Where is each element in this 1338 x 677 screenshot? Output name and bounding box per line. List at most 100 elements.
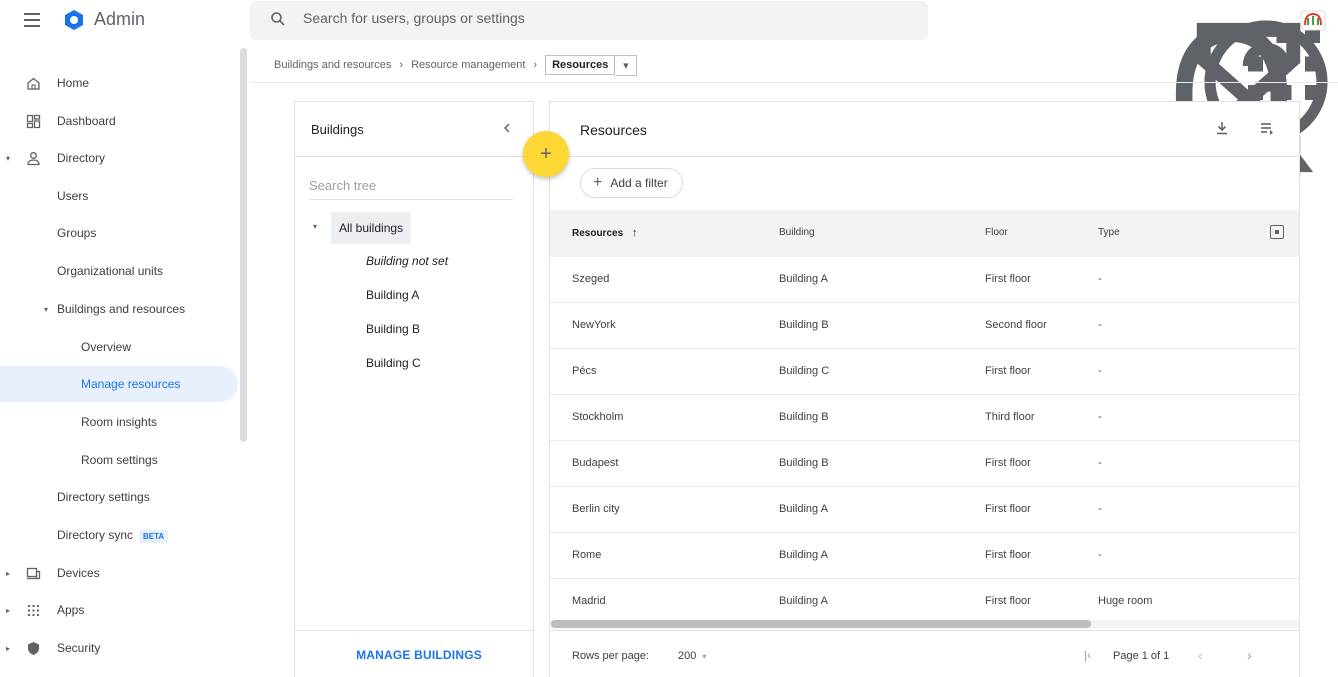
add-resource-button[interactable]: + — [523, 131, 569, 177]
sidebar-item-security[interactable]: ▸ Security — [0, 630, 230, 666]
cell-building: Building A — [779, 549, 828, 561]
sidebar-item-room-insights[interactable]: Room insights — [0, 404, 230, 440]
column-settings-icon[interactable] — [1259, 120, 1275, 136]
sidebar-item-manage-resources[interactable]: Manage resources — [0, 366, 238, 402]
shield-icon — [28, 642, 39, 655]
cell-floor: First floor — [985, 595, 1031, 607]
cell-building: Building B — [779, 457, 829, 469]
cell-type: - — [1098, 319, 1102, 331]
add-filter-chip[interactable]: + Add a filter — [580, 168, 683, 198]
search-input[interactable] — [303, 10, 863, 26]
rows-per-page-select[interactable]: 200 ▾ — [678, 650, 706, 662]
sidebar-item-groups[interactable]: Groups — [0, 215, 230, 251]
cell-type: - — [1098, 503, 1102, 515]
resources-panel-title: Resources — [580, 122, 647, 138]
cell-resource: Rome — [572, 549, 602, 561]
menu-icon[interactable] — [24, 13, 40, 27]
sidebar-item-directory-sync[interactable]: Directory sync BETA — [0, 517, 230, 553]
column-header-resources[interactable]: Resources ↑ — [572, 227, 637, 239]
table-row[interactable]: Stockholm Building B Third floor - — [550, 395, 1299, 441]
resources-panel: Resources + Add a filter Resources ↑ Bui… — [549, 101, 1300, 677]
table-row[interactable]: Budapest Building B First floor - — [550, 441, 1299, 487]
breadcrumb-current[interactable]: Resources — [545, 55, 616, 75]
cell-floor: Second floor — [985, 319, 1047, 331]
avatar[interactable] — [1299, 6, 1327, 34]
sidebar-item-dashboard[interactable]: Dashboard — [0, 103, 230, 139]
chevron-right-icon: ▸ — [6, 643, 11, 653]
tree-item-all-buildings[interactable]: All buildings — [331, 212, 412, 244]
sidebar-item-directory[interactable]: ▾ Directory — [0, 140, 230, 176]
search-tree-input[interactable] — [309, 178, 513, 200]
breadcrumb-divider — [250, 82, 1338, 83]
breadcrumb-dropdown-icon[interactable]: ▾ — [615, 54, 638, 76]
cell-resource: NewYork — [572, 319, 616, 331]
horizontal-scrollbar[interactable] — [551, 620, 1091, 628]
sidebar-item-label: Directory — [57, 151, 106, 165]
table-row[interactable]: Rome Building A First floor - — [550, 533, 1299, 579]
sidebar-item-directory-settings[interactable]: Directory settings — [0, 479, 230, 515]
cell-resource: Budapest — [572, 457, 619, 469]
cell-resource: Stockholm — [572, 411, 624, 423]
sidebar-item-label: Room insights — [81, 415, 158, 429]
table-row[interactable]: Pécs Building C First floor - — [550, 349, 1299, 395]
table-row[interactable]: Berlin city Building A First floor - — [550, 487, 1299, 533]
home-icon — [27, 77, 40, 90]
buildings-panel: Buildings ▾ All buildings Building not s… — [294, 101, 534, 677]
buildings-panel-title: Buildings — [311, 122, 364, 137]
cell-floor: First floor — [985, 457, 1031, 469]
sidebar-item-label: Directory settings — [57, 490, 150, 504]
sidebar-item-devices[interactable]: ▸ Devices — [0, 555, 230, 591]
column-picker-icon[interactable] — [1270, 225, 1284, 239]
prev-page-icon[interactable]: ‹ — [1198, 647, 1203, 663]
sidebar-item-label: Buildings and resources — [57, 302, 186, 316]
cell-floor: First floor — [985, 365, 1031, 377]
devices-icon — [26, 567, 41, 580]
chevron-down-icon[interactable]: ▾ — [313, 222, 317, 231]
sidebar: Home Dashboard ▾ Directory Users Groups … — [0, 62, 250, 677]
sidebar-item-users[interactable]: Users — [0, 178, 230, 214]
tree-item-building-not-set[interactable]: Building not set — [366, 254, 448, 268]
search-icon[interactable] — [270, 11, 286, 27]
sidebar-item-overview[interactable]: Overview — [0, 329, 230, 365]
breadcrumb: Buildings and resources › Resource manag… — [274, 54, 638, 76]
column-header-floor[interactable]: Floor — [985, 227, 1008, 238]
column-header-building[interactable]: Building — [779, 227, 815, 238]
column-header-label: Resources — [572, 228, 624, 239]
sidebar-item-label: Home — [57, 76, 90, 90]
cell-building: Building C — [779, 365, 830, 377]
cell-type: - — [1098, 457, 1102, 469]
first-page-icon[interactable]: |‹ — [1084, 648, 1091, 662]
rows-per-page-value: 200 — [678, 650, 697, 662]
sidebar-item-apps[interactable]: ▸ Apps — [0, 592, 230, 628]
breadcrumb-separator: › — [399, 59, 404, 71]
next-page-icon[interactable]: › — [1247, 647, 1252, 663]
download-icon[interactable] — [1214, 120, 1230, 136]
sidebar-item-org-units[interactable]: Organizational units — [0, 253, 230, 289]
cell-floor: Third floor — [985, 411, 1035, 423]
column-header-type[interactable]: Type — [1098, 227, 1120, 238]
cell-type: - — [1098, 549, 1102, 561]
divider — [550, 156, 1299, 157]
table-row[interactable]: Szeged Building A First floor - — [550, 257, 1299, 303]
page-indicator: Page 1 of 1 — [1113, 650, 1170, 662]
sidebar-item-room-settings[interactable]: Room settings — [0, 442, 230, 478]
sidebar-scrollbar[interactable] — [240, 48, 247, 442]
rows-per-page-label: Rows per page: — [572, 650, 650, 662]
tree-item-building-a[interactable]: Building A — [366, 288, 419, 302]
breadcrumb-resource-management[interactable]: Resource management — [411, 59, 525, 71]
cell-resource: Pécs — [572, 365, 597, 377]
chevron-left-icon[interactable] — [499, 120, 515, 136]
table-row[interactable]: NewYork Building B Second floor - — [550, 303, 1299, 349]
cell-building: Building A — [779, 595, 828, 607]
manage-buildings-button[interactable]: MANAGE BUILDINGS — [335, 648, 503, 662]
tree-item-building-b[interactable]: Building B — [366, 322, 420, 336]
apps-icon — [28, 605, 39, 616]
app-title[interactable]: Admin — [94, 9, 145, 30]
divider — [550, 630, 1299, 631]
table-row[interactable]: Madrid Building A First floor Huge room — [550, 579, 1299, 625]
sidebar-item-buildings-resources[interactable]: ▾ Buildings and resources — [0, 291, 230, 327]
tree-item-building-c[interactable]: Building C — [366, 356, 421, 370]
breadcrumb-buildings[interactable]: Buildings and resources — [274, 59, 391, 71]
sidebar-item-home[interactable]: Home — [0, 65, 230, 101]
sort-up-icon[interactable]: ↑ — [632, 227, 638, 239]
